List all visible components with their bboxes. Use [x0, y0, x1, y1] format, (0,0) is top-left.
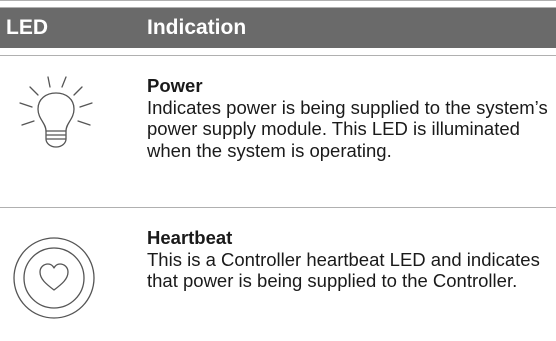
- header-rule: [0, 48, 556, 56]
- led-indication-table: LED Indication Power Indicates power is …: [0, 0, 556, 341]
- heart-icon: [10, 232, 102, 324]
- item-title: Power: [147, 75, 203, 96]
- table-header: LED Indication: [0, 8, 556, 48]
- heartbeat-text: Heartbeat This is a Controller heartbeat…: [147, 227, 552, 292]
- row-divider: [0, 207, 556, 208]
- header-led: LED: [6, 16, 48, 39]
- item-title: Heartbeat: [147, 227, 233, 248]
- table-row-power: Power Indicates power is being supplied …: [0, 57, 556, 207]
- header-indication: Indication: [147, 16, 247, 39]
- table-row-heartbeat: Heartbeat This is a Controller heartbeat…: [0, 210, 556, 341]
- item-description: Indicates power is being supplied to the…: [147, 96, 548, 161]
- lightbulb-icon: [10, 69, 102, 161]
- item-description: This is a Controller heartbeat LED and i…: [147, 248, 540, 292]
- power-text: Power Indicates power is being supplied …: [147, 75, 552, 161]
- top-rule: [0, 0, 556, 8]
